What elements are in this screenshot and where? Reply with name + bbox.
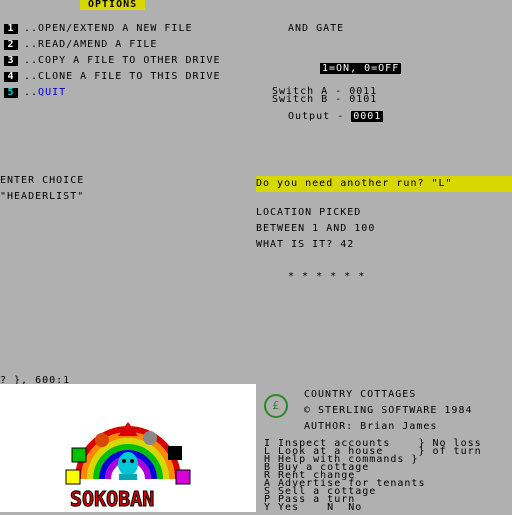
country-cottages-panel: £ COUNTRY COTTAGES © STERLING SOFTWARE 1… [256,384,512,513]
sokoban-wordmark: SOKOBAN [69,487,155,511]
option-number: 3 [4,56,18,66]
option-number: 2 [4,40,18,50]
stars-row: * * * * * * [288,271,366,282]
gate-legend: 1=ON, 0=OFF [320,63,402,74]
option-5-quit[interactable]: 5 ..QUIT [4,88,66,98]
option-label: ..OPEN/EXTEND A NEW FILE [24,23,193,34]
gate-output: Output - 0001 [288,111,384,122]
option-label: ..CLONE A FILE TO THIS DRIVE [24,71,221,82]
location-line-2: BETWEEN 1 AND 100 [256,223,376,234]
choice-input[interactable]: "HEADERLIST" [0,192,84,202]
option-label: ..READ/AMEND A FILE [24,39,158,50]
sokoban-title-screen: SOKOBAN [0,384,256,512]
option-2[interactable]: 2 ..READ/AMEND A FILE [4,40,157,50]
option-4[interactable]: 4 ..CLONE A FILE TO THIS DRIVE [4,72,221,82]
copyright-line: © STERLING SOFTWARE 1984 [304,405,473,416]
switch-b: Switch B - 0101 [272,94,378,105]
option-label: ..COPY A FILE TO OTHER DRIVE [24,55,221,66]
option-number: 4 [4,72,18,82]
run-again-prompt[interactable]: Do you need another run? "L" [256,176,512,192]
option-3[interactable]: 3 ..COPY A FILE TO OTHER DRIVE [4,56,221,66]
enter-choice-label: ENTER CHOICE [0,175,85,186]
and-gate-title: AND GATE [288,23,345,34]
author-line: AUTHOR: Brian James [304,421,438,432]
pound-logo-icon: £ [264,394,288,418]
option-number: 1 [4,24,18,34]
quit-label: QUIT [38,87,67,98]
location-question: WHAT IS IT? 42 [256,239,355,250]
output-label: Output - [288,111,352,122]
menu-item-yes-no[interactable]: Y Yes N No [264,503,362,513]
option-1[interactable]: 1 ..OPEN/EXTEND A NEW FILE [4,24,193,34]
option-prefix: .. [24,87,39,98]
option-number: 5 [4,88,18,98]
cottages-title: COUNTRY COTTAGES [304,389,417,400]
location-line-1: LOCATION PICKED [256,207,362,218]
options-title: OPTIONS [80,0,146,10]
output-value: 0001 [351,111,384,122]
